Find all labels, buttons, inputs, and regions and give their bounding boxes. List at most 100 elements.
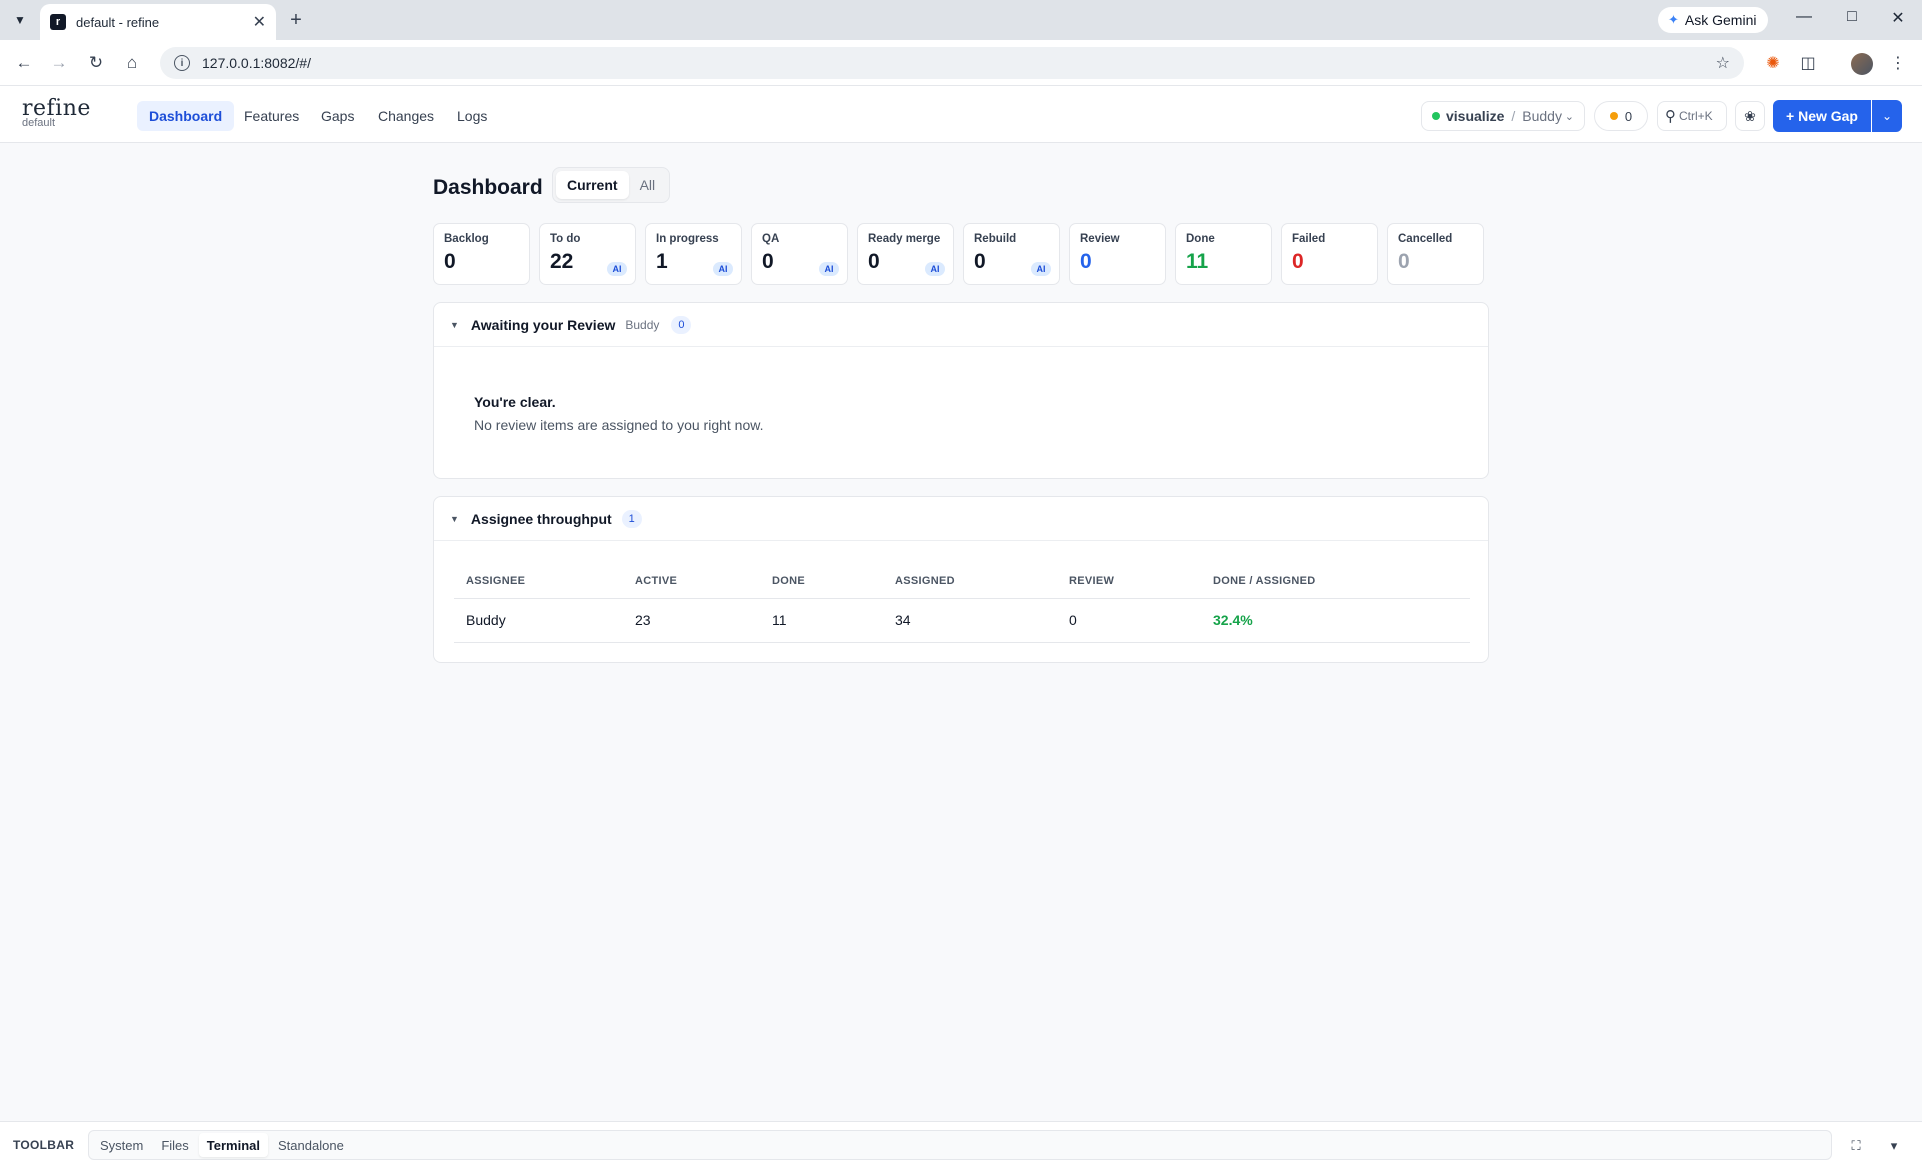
stat-label: Review (1080, 233, 1120, 245)
ai-badge: AI (1031, 262, 1051, 276)
stat-card-qa[interactable]: QA 0 AI (751, 223, 848, 285)
stat-card-review[interactable]: Review 0 (1069, 223, 1166, 285)
stat-card-todo[interactable]: To do 22 AI (539, 223, 636, 285)
refine-logo[interactable]: refine default (22, 96, 91, 129)
debug-bug-icon[interactable]: ❀ (1735, 101, 1765, 131)
site-info-icon[interactable]: i (174, 55, 190, 71)
forward-arrow-icon[interactable]: → (47, 51, 71, 75)
toolbar-tabs: System Files Terminal Standalone (88, 1130, 1832, 1160)
awaiting-review-header[interactable]: ▼ Awaiting your Review Buddy 0 (434, 303, 1488, 347)
cell-assigned: 34 (883, 598, 1057, 643)
column-header[interactable]: ACTIVE (623, 564, 760, 599)
context-separator: / (1511, 108, 1516, 124)
toolbar-tab-files[interactable]: Files (153, 1133, 196, 1157)
nav-logs[interactable]: Logs (445, 101, 499, 131)
awaiting-review-panel: ▼ Awaiting your Review Buddy 0 You're cl… (433, 302, 1489, 479)
toolbar-tab-system[interactable]: System (92, 1133, 151, 1157)
table-row[interactable]: Buddy 23 11 34 0 32.4% (454, 598, 1470, 643)
url-text[interactable]: 127.0.0.1:8082/#/ (202, 55, 1716, 71)
column-header[interactable]: REVIEW (1057, 564, 1201, 599)
stat-value: 0 (1080, 250, 1092, 273)
column-header[interactable]: ASSIGNED (883, 564, 1057, 599)
ask-gemini-button[interactable]: ✦ Ask Gemini (1658, 7, 1769, 33)
scope-toggle: Current All (552, 167, 671, 203)
table-header-row: ASSIGNEE ACTIVE DONE ASSIGNED REVIEW DON… (454, 564, 1470, 599)
stat-card-in-progress[interactable]: In progress 1 AI (645, 223, 742, 285)
project-context-selector[interactable]: visualize / Buddy ⌄ (1421, 101, 1585, 131)
stat-card-ready-merge[interactable]: Ready merge 0 AI (857, 223, 954, 285)
toolbar-tab-terminal[interactable]: Terminal (198, 1133, 269, 1157)
scope-current-option[interactable]: Current (556, 171, 629, 199)
stat-label: Backlog (444, 233, 489, 245)
bookmark-star-icon[interactable]: ☆ (1716, 53, 1730, 73)
chevron-down-icon: ⌄ (1564, 110, 1574, 123)
extension-burst-icon[interactable]: ✺ (1762, 52, 1784, 74)
column-header[interactable]: DONE / ASSIGNED (1201, 564, 1470, 599)
empty-state-description: No review items are assigned to you righ… (474, 417, 764, 433)
stat-card-failed[interactable]: Failed 0 (1281, 223, 1378, 285)
search-button[interactable]: ⚲ Ctrl+K (1657, 101, 1727, 131)
stat-card-backlog[interactable]: Backlog 0 (433, 223, 530, 285)
back-arrow-icon[interactable]: ← (12, 51, 36, 75)
stat-label: In progress (656, 233, 719, 245)
minimize-window-icon[interactable]: — (1792, 8, 1816, 26)
cell-done-ratio: 32.4% (1201, 598, 1470, 643)
ai-badge: AI (925, 262, 945, 276)
context-user: Buddy (1522, 108, 1562, 124)
address-bar[interactable]: i 127.0.0.1:8082/#/ ☆ (160, 47, 1744, 79)
home-icon[interactable]: ⌂ (120, 51, 144, 75)
count-badge: 0 (671, 315, 692, 334)
stat-card-done[interactable]: Done 11 (1175, 223, 1272, 285)
nav-changes[interactable]: Changes (366, 101, 446, 131)
profile-avatar[interactable] (1851, 53, 1873, 75)
stat-label: Done (1186, 233, 1215, 245)
app-header: refine default Dashboard Features Gaps C… (0, 86, 1922, 143)
new-gap-dropdown-chevron-icon[interactable]: ⌄ (1872, 100, 1902, 132)
nav-dashboard[interactable]: Dashboard (137, 101, 235, 131)
panel-title: Assignee throughput (470, 510, 612, 527)
nav-gaps[interactable]: Gaps (309, 101, 366, 131)
column-header[interactable]: DONE (760, 564, 883, 599)
stat-card-cancelled[interactable]: Cancelled 0 (1387, 223, 1484, 285)
collapse-chevron-icon[interactable]: ▾ (1884, 1136, 1904, 1156)
ask-gemini-label: Ask Gemini (1684, 12, 1757, 28)
panel-title: Awaiting your Review (470, 316, 616, 333)
count-badge: 1 (621, 509, 642, 528)
empty-state-title: You're clear. (474, 394, 556, 410)
new-gap-button[interactable]: + New Gap (1773, 100, 1871, 132)
search-shortcut: Ctrl+K (1679, 109, 1713, 123)
browser-menu-icon[interactable]: ⋮ (1887, 52, 1909, 74)
stat-card-rebuild[interactable]: Rebuild 0 AI (963, 223, 1060, 285)
stat-label: Ready merge (868, 233, 941, 245)
status-dot-icon (1432, 112, 1440, 120)
gemini-sparkle-icon: ✦ (1668, 12, 1679, 27)
maximize-window-icon[interactable]: □ (1840, 8, 1864, 26)
notifications-button[interactable]: 0 (1594, 101, 1648, 131)
close-window-icon[interactable]: ✕ (1886, 8, 1910, 28)
status-stats-row: Backlog 0 To do 22 AI In progress 1 AI Q… (433, 223, 1484, 285)
cell-review: 0 (1057, 598, 1201, 643)
browser-toolbar: ← → ↻ ⌂ i 127.0.0.1:8082/#/ ☆ ✺ ◫ ⋮ (0, 40, 1922, 86)
reload-icon[interactable]: ↻ (84, 51, 108, 75)
new-tab-plus-icon[interactable]: + (284, 8, 308, 32)
fullscreen-icon[interactable]: ⛶ (1846, 1136, 1866, 1156)
nav-features[interactable]: Features (232, 101, 311, 131)
assignee-throughput-panel: ▼ Assignee throughput 1 ASSIGNEE ACTIVE … (433, 496, 1489, 663)
browser-tab[interactable]: r default - refine ✕ (40, 4, 276, 40)
tab-close-icon[interactable]: ✕ (253, 12, 266, 32)
extensions-puzzle-icon[interactable]: ◫ (1797, 52, 1819, 74)
ai-badge: AI (713, 262, 733, 276)
toolbar-label: TOOLBAR (13, 1138, 75, 1152)
scope-all-option[interactable]: All (629, 171, 667, 199)
tab-search-chevron-icon[interactable]: ▼ (8, 8, 32, 32)
tab-title: default - refine (76, 14, 160, 30)
throughput-header[interactable]: ▼ Assignee throughput 1 (434, 497, 1488, 541)
collapse-triangle-icon[interactable]: ▼ (450, 320, 459, 330)
ai-badge: AI (607, 262, 627, 276)
notification-dot-icon (1609, 112, 1618, 120)
stat-value: 0 (444, 250, 456, 273)
toolbar-tab-standalone[interactable]: Standalone (270, 1133, 352, 1157)
page-title: Dashboard (433, 176, 543, 199)
column-header[interactable]: ASSIGNEE (454, 564, 623, 599)
collapse-triangle-icon[interactable]: ▼ (450, 514, 459, 524)
